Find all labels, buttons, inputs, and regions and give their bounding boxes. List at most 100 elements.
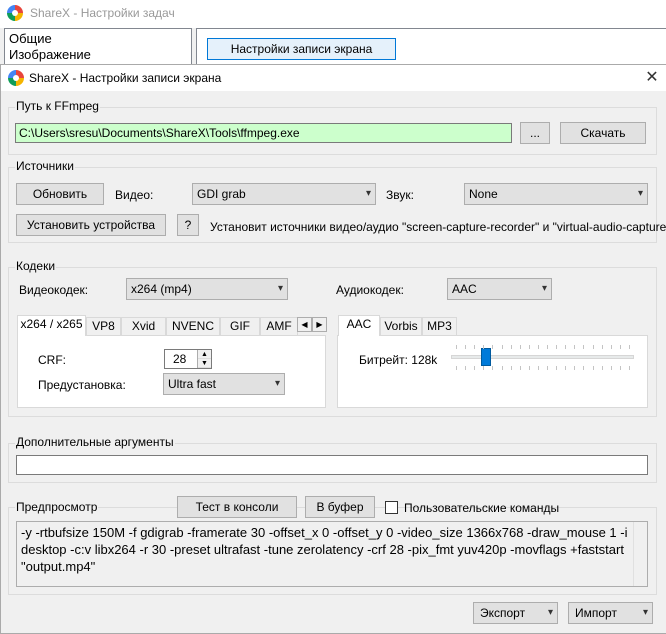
slider-tick [510, 366, 512, 370]
video-source-select[interactable]: GDI grab ▾ [192, 183, 376, 205]
chevron-down-icon: ▾ [274, 378, 280, 389]
slider-tick [547, 366, 549, 370]
slider-tick [574, 345, 576, 349]
slider-tick [583, 366, 585, 370]
custom-commands-label: Пользовательские команды [404, 501, 560, 515]
tab-aac[interactable]: AAC [338, 315, 380, 336]
tab-gif[interactable]: GIF [220, 317, 260, 335]
tab-vorbis[interactable]: Vorbis [380, 317, 422, 335]
command-preview-text: -y -rtbufsize 150M -f gdigrab -framerate… [21, 525, 628, 574]
slider-tick [610, 366, 612, 370]
crf-label: CRF: [38, 353, 66, 367]
slider-tick [519, 366, 521, 370]
tab-x264[interactable]: x264 / x265 [17, 315, 86, 336]
crf-value: 28 [173, 352, 187, 366]
parent-sidebar-list[interactable]: Общие Изображение [4, 28, 192, 68]
audio-codec-select[interactable]: AAC ▾ [447, 278, 552, 300]
extra-args-group-label: Дополнительные аргументы [15, 435, 175, 449]
video-codec-label: Видеокодек: [19, 283, 89, 297]
sidebar-item-general[interactable]: Общие [9, 31, 191, 47]
audio-source-select[interactable]: None ▾ [464, 183, 648, 205]
ffmpeg-path-input[interactable]: C:\Users\sresu\Documents\ShareX\Tools\ff… [15, 123, 512, 143]
audio-codec-value: AAC [452, 282, 477, 296]
copy-to-clipboard-button[interactable]: В буфер [305, 496, 375, 518]
tab-nvenc[interactable]: NVENC [166, 317, 220, 335]
audio-codec-label: Аудиокодек: [336, 283, 404, 297]
slider-tick [474, 366, 476, 370]
preview-group-label: Предпросмотр [15, 500, 99, 514]
bitrate-label: Битрейт: 128k [359, 353, 438, 367]
slider-tick [592, 366, 594, 370]
bitrate-slider-track[interactable] [451, 355, 634, 359]
slider-tick [619, 366, 621, 370]
tab-vp8[interactable]: VP8 [86, 317, 121, 335]
preset-label: Предустановка: [38, 378, 126, 392]
chevron-down-icon: ▾ [541, 283, 547, 294]
browse-ffmpeg-button[interactable]: ... [520, 122, 550, 144]
bitrate-slider-thumb[interactable] [480, 348, 491, 366]
command-preview-textarea[interactable]: -y -rtbufsize 150M -f gdigrab -framerate… [16, 521, 648, 587]
download-ffmpeg-button[interactable]: Скачать [560, 122, 646, 144]
install-devices-hint: Установит источники видео/аудио "screen-… [210, 220, 666, 234]
tab-scroll-left-icon[interactable]: ◀ [297, 317, 312, 332]
chevron-down-icon: ▾ [637, 188, 643, 199]
slider-tick [528, 345, 530, 349]
slider-tick [501, 366, 503, 370]
test-in-console-button[interactable]: Тест в консоли [177, 496, 297, 518]
dialog-title: ShareX - Настройки записи экрана [29, 71, 222, 85]
slider-tick [465, 366, 467, 370]
sharex-logo-icon [8, 70, 24, 86]
slider-tick [610, 345, 612, 349]
slider-tick [601, 345, 603, 349]
spin-up-icon[interactable]: ▲ [198, 350, 211, 359]
slider-tick [492, 345, 494, 349]
x264-tab-page [17, 335, 326, 408]
screen-recording-settings-button[interactable]: Настройки записи экрана [207, 38, 396, 60]
slider-tick [574, 366, 576, 370]
slider-tick [483, 366, 485, 370]
import-button[interactable]: Импорт ▾ [568, 602, 653, 624]
sharex-logo-icon [7, 5, 23, 21]
slider-tick [510, 345, 512, 349]
slider-tick [519, 345, 521, 349]
close-icon[interactable]: ✕ [639, 67, 665, 89]
slider-tick [456, 366, 457, 370]
install-devices-button[interactable]: Установить устройства [16, 214, 166, 236]
custom-commands-checkbox[interactable] [385, 501, 398, 514]
slider-tick [601, 366, 603, 370]
slider-tick [629, 345, 630, 349]
tab-mp3[interactable]: MP3 [422, 317, 457, 335]
tab-xvid[interactable]: Xvid [121, 317, 166, 335]
slider-tick [556, 345, 558, 349]
slider-tick [565, 366, 567, 370]
import-label: Импорт [575, 606, 617, 620]
preset-select[interactable]: Ultra fast ▾ [163, 373, 285, 395]
spin-down-icon[interactable]: ▼ [198, 359, 211, 368]
export-button[interactable]: Экспорт ▾ [473, 602, 558, 624]
video-source-value: GDI grab [197, 187, 246, 201]
preview-scrollbar[interactable] [633, 522, 647, 586]
slider-tick [547, 345, 549, 349]
screen-recording-dialog: ShareX - Настройки записи экрана ✕ Путь … [0, 64, 666, 634]
sources-group-label: Источники [15, 159, 75, 173]
parent-window-title: ShareX - Настройки задач [30, 6, 175, 20]
tab-amf[interactable]: AMF [260, 317, 298, 335]
video-codec-select[interactable]: x264 (mp4) ▾ [126, 278, 288, 300]
audio-source-value: None [469, 187, 498, 201]
chevron-down-icon: ▾ [547, 607, 553, 618]
codecs-group-label: Кодеки [15, 259, 57, 273]
chevron-down-icon: ▾ [642, 607, 648, 618]
video-codec-value: x264 (mp4) [131, 282, 192, 296]
export-label: Экспорт [480, 606, 526, 620]
slider-tick [592, 345, 594, 349]
slider-tick [629, 366, 630, 370]
sidebar-item-image[interactable]: Изображение [9, 47, 191, 63]
extra-args-input[interactable] [16, 455, 648, 475]
slider-tick [537, 345, 539, 349]
slider-tick [619, 345, 621, 349]
refresh-sources-button[interactable]: Обновить [16, 183, 104, 205]
crf-stepper[interactable]: 28 ▲ ▼ [164, 349, 212, 369]
help-button[interactable]: ? [177, 214, 199, 236]
tab-scroll-right-icon[interactable]: ▶ [312, 317, 327, 332]
video-source-label: Видео: [115, 188, 154, 202]
